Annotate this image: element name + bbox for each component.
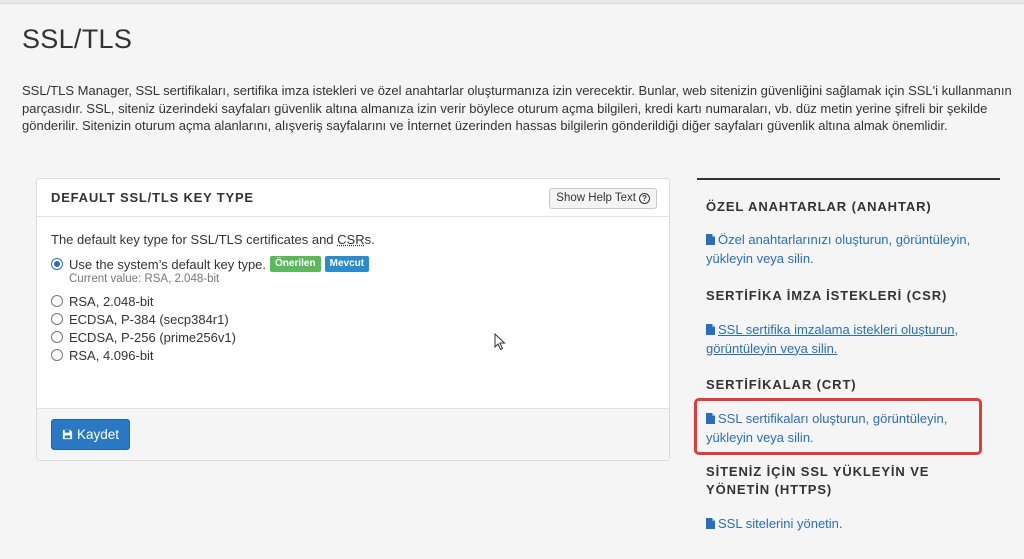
option-label: RSA, 4.096-bit <box>69 347 154 363</box>
section-title: SERTİFİKA İMZA İSTEKLERİ (CSR) <box>706 288 948 303</box>
panel-body: The default key type for SSL/TLS certifi… <box>37 217 669 408</box>
option-rsa-2048[interactable]: RSA, 2.048-bit <box>51 292 655 310</box>
panel-title: DEFAULT SSL/TLS KEY TYPE <box>51 190 254 205</box>
page-title: SSL/TLS <box>22 24 133 54</box>
save-button[interactable]: Kaydet <box>51 419 130 450</box>
option-ecdsa-p256[interactable]: ECDSA, P-256 (prime256v1) <box>51 328 655 346</box>
section-csr: SERTİFİKA İMZA İSTEKLERİ (CSR) SSL serti… <box>706 287 996 358</box>
link-csr[interactable]: SSL sertifika imzalama istekleri oluştur… <box>706 321 996 358</box>
option-label: Use the system’s default key type. <box>69 256 267 272</box>
key-type-description: The default key type for SSL/TLS certifi… <box>51 232 655 247</box>
sidebar <box>697 178 1000 180</box>
section-title: ÖZEL ANAHTARLAR (ANAHTAR) <box>706 199 932 214</box>
question-icon: ? <box>639 193 650 204</box>
option-label: RSA, 2.048-bit <box>69 293 154 309</box>
radio-rsa-2048[interactable] <box>51 295 63 307</box>
section-private-keys: ÖZEL ANAHTARLAR (ANAHTAR) Özel anahtarla… <box>706 198 996 268</box>
radio-ecdsa-p384[interactable] <box>51 313 63 325</box>
option-label: ECDSA, P-384 (secp384r1) <box>69 311 229 327</box>
radio-system-default[interactable] <box>51 258 63 270</box>
help-button-label: Show Help Text <box>556 192 636 204</box>
recommended-badge: Önerilen <box>270 256 321 272</box>
link-private-keys[interactable]: Özel anahtarlarınızı oluşturun, görüntül… <box>706 231 996 268</box>
panel-footer: Kaydet <box>37 408 669 460</box>
option-label: ECDSA, P-256 (prime256v1) <box>69 329 236 345</box>
section-title-line2: YÖNETİN (HTTPS) <box>706 482 833 497</box>
description-suffix: s. <box>364 232 375 247</box>
section-title-line1: SİTENİZ İÇİN SSL YÜKLEYİN VE <box>706 464 930 479</box>
top-bar <box>0 0 1024 4</box>
page-intro: SSL/TLS Manager, SSL sertifikaları, sert… <box>22 83 1012 133</box>
key-type-panel: DEFAULT SSL/TLS KEY TYPE Show Help Text … <box>36 178 670 461</box>
section-title: SERTİFİKALAR (CRT) <box>706 377 857 392</box>
show-help-text-button[interactable]: Show Help Text ? <box>549 188 657 209</box>
mouse-cursor-icon <box>494 333 506 351</box>
option-system-default[interactable]: Use the system’s default key type. Öneri… <box>51 255 655 273</box>
document-icon <box>706 234 715 245</box>
link-manage-ssl-sites[interactable]: SSL sitelerini yönetin. <box>706 515 996 534</box>
option-ecdsa-p384[interactable]: ECDSA, P-384 (secp384r1) <box>51 310 655 328</box>
document-icon <box>706 324 715 335</box>
radio-rsa-4096[interactable] <box>51 349 63 361</box>
document-icon <box>706 518 715 529</box>
description-text: The default key type for SSL/TLS certifi… <box>51 232 338 247</box>
option-rsa-4096[interactable]: RSA, 4.096-bit <box>51 346 655 364</box>
save-button-label: Kaydet <box>76 427 120 442</box>
current-value-text: Current value: RSA, 2.048-bit <box>69 273 220 285</box>
panel-header: DEFAULT SSL/TLS KEY TYPE Show Help Text … <box>37 179 669 217</box>
radio-ecdsa-p256[interactable] <box>51 331 63 343</box>
floppy-disk-icon <box>62 429 73 440</box>
highlight-box <box>694 398 982 455</box>
csr-abbreviation: CSR <box>337 232 365 247</box>
section-manage-ssl: SİTENİZ İÇİN SSL YÜKLEYİN VE YÖNETİN (HT… <box>706 463 996 534</box>
current-badge: Mevcut <box>324 256 370 272</box>
